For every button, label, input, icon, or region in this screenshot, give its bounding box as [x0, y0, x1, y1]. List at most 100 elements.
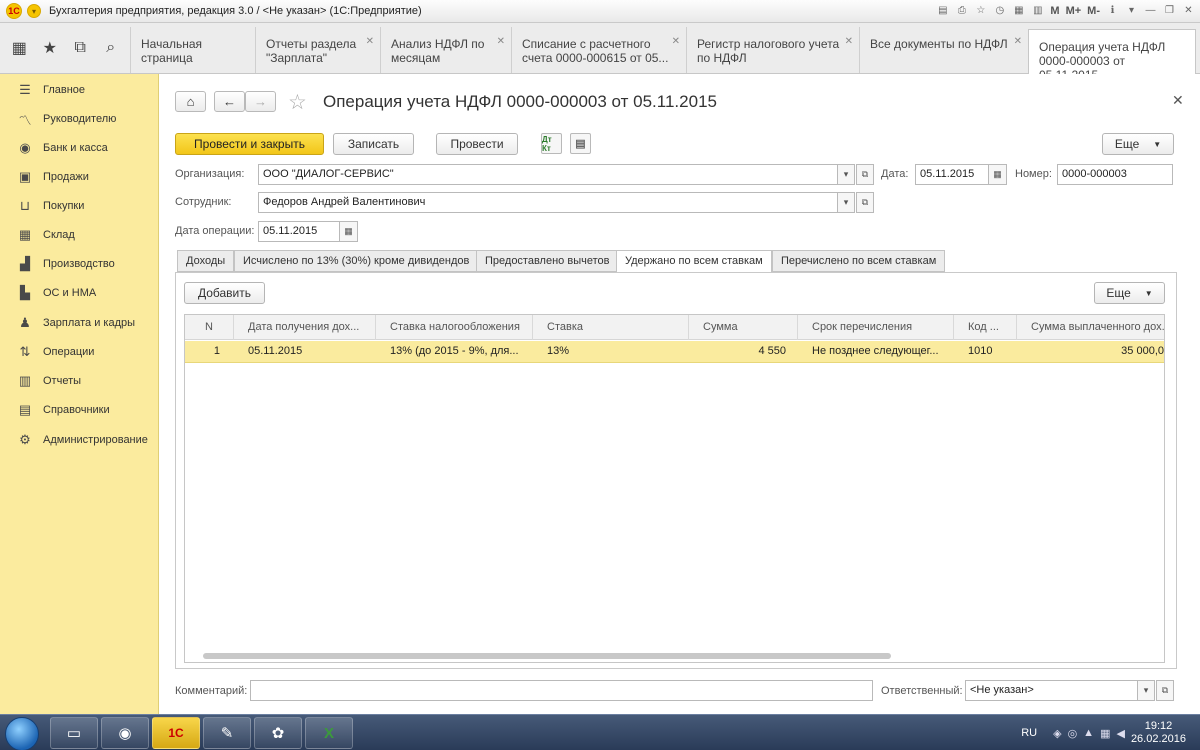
maximize-icon[interactable]: ❐: [1162, 3, 1177, 18]
document-icon[interactable]: ▤: [570, 133, 591, 154]
employee-field[interactable]: Федоров Андрей Валентинович: [258, 192, 838, 213]
post-and-close-button[interactable]: Провести и закрыть: [175, 133, 324, 155]
sidebar-item-admin[interactable]: ⚙ Администрирование: [0, 429, 159, 451]
post-button[interactable]: Провести: [436, 133, 518, 155]
calendar-icon[interactable]: ▦: [1011, 3, 1026, 18]
search-icon[interactable]: ⌕: [99, 39, 123, 57]
dt-kt-icon[interactable]: Дт Кт: [541, 133, 562, 154]
excel-icon[interactable]: X: [305, 717, 353, 749]
column-header[interactable]: Ставка налогообложения: [376, 315, 533, 340]
open-icon[interactable]: ⧉: [1156, 680, 1174, 701]
column-header[interactable]: Код ...: [954, 315, 1017, 340]
tab-home[interactable]: Начальная страница: [130, 27, 255, 73]
comment-field[interactable]: [250, 680, 873, 701]
calendar-icon[interactable]: ▦: [988, 164, 1007, 185]
close-icon[interactable]: ✕: [366, 35, 374, 49]
bookmark-icon[interactable]: ☆: [973, 3, 988, 18]
minimize-icon[interactable]: —: [1143, 3, 1158, 18]
more-button[interactable]: Еще ▼: [1102, 133, 1174, 155]
calendar-icon[interactable]: ▦: [339, 221, 358, 242]
close-icon[interactable]: ✕: [1014, 35, 1022, 49]
favorites-star-icon[interactable]: ★: [38, 38, 62, 58]
close-icon[interactable]: ✕: [672, 35, 680, 49]
column-header[interactable]: Дата получения дох...: [234, 315, 376, 340]
forward-button[interactable]: →: [245, 91, 276, 112]
responsible-field[interactable]: <Не указан>: [965, 680, 1138, 701]
sidebar-item-fixed-assets[interactable]: ▙ ОС и НМА: [0, 282, 159, 304]
tray-app-icon[interactable]: ▲: [1083, 727, 1094, 739]
explorer-icon[interactable]: ▭: [50, 717, 98, 749]
open-icon[interactable]: ⧉: [856, 192, 874, 213]
memory-icon[interactable]: M: [1049, 3, 1060, 18]
add-button[interactable]: Добавить: [184, 282, 265, 304]
calculator-icon[interactable]: ▥: [1030, 3, 1045, 18]
sidebar-item-manager[interactable]: 〽 Руководителю: [0, 108, 159, 130]
clock[interactable]: 19:12 26.02.2016: [1131, 720, 1186, 746]
sidebar-item-warehouse[interactable]: ▦ Склад: [0, 224, 159, 246]
chrome-icon[interactable]: ◉: [101, 717, 149, 749]
number-field[interactable]: 0000-000003: [1057, 164, 1173, 185]
network-icon[interactable]: ▦: [1100, 727, 1110, 740]
tab-income[interactable]: Доходы: [177, 250, 235, 272]
dropdown-icon[interactable]: ▾: [1124, 3, 1139, 18]
print-icon[interactable]: ⎙: [954, 3, 969, 18]
sidebar-item-main[interactable]: ☰ Главное: [0, 79, 159, 101]
tray-app-icon[interactable]: ◈: [1053, 727, 1061, 740]
date-field[interactable]: 05.11.2015: [915, 164, 989, 185]
volume-icon[interactable]: ◀: [1116, 727, 1124, 740]
column-header[interactable]: Сумма выплаченного дох...: [1017, 315, 1164, 340]
tab-ndfl-operation[interactable]: Операция учета НДФЛ 0000-000003 от 05.11…: [1028, 29, 1196, 82]
tab-salary-reports[interactable]: Отчеты раздела "Зарплата" ✕: [255, 27, 380, 73]
memory-minus-icon[interactable]: M-: [1086, 3, 1101, 18]
sidebar-item-purchases[interactable]: ⊔ Покупки: [0, 195, 159, 217]
language-indicator[interactable]: RU: [1021, 727, 1037, 739]
sidebar-item-bank[interactable]: ◉ Банк и касса: [0, 137, 159, 159]
column-header[interactable]: N: [185, 315, 234, 340]
sidebar-item-reports[interactable]: ▥ Отчеты: [0, 370, 159, 392]
apps-grid-icon[interactable]: ▦: [7, 38, 31, 58]
history-icon[interactable]: ◷: [992, 3, 1007, 18]
start-button[interactable]: [5, 717, 39, 750]
close-icon[interactable]: ✕: [845, 35, 853, 49]
table-more-button[interactable]: Еще ▼: [1094, 282, 1165, 304]
history-copy-icon[interactable]: ⧉: [68, 39, 92, 57]
1c-app-icon[interactable]: 1С: [152, 717, 200, 749]
close-window-icon[interactable]: ✕: [1181, 3, 1196, 18]
back-button[interactable]: ←: [214, 91, 245, 112]
column-header[interactable]: Сумма: [689, 315, 798, 340]
save-button[interactable]: Записать: [333, 133, 414, 155]
tab-all-ndfl-docs[interactable]: Все документы по НДФЛ ✕: [859, 27, 1028, 73]
home-button[interactable]: ⌂: [175, 91, 206, 112]
operation-date-field[interactable]: 05.11.2015: [258, 221, 340, 242]
tab-deductions[interactable]: Предоставлено вычетов: [476, 250, 619, 272]
horizontal-scrollbar[interactable]: [203, 653, 891, 659]
sidebar-item-catalogs[interactable]: ▤ Справочники: [0, 399, 159, 421]
tray-app-icon[interactable]: ◎: [1068, 727, 1078, 740]
main-menu-icon[interactable]: ▾: [27, 4, 41, 18]
dropdown-icon[interactable]: ▾: [837, 192, 855, 213]
table-row[interactable]: 1 05.11.2015 13% (до 2015 - 9%, для... 1…: [185, 341, 1164, 363]
save-icon[interactable]: ▤: [935, 3, 950, 18]
tab-write-off[interactable]: Списание с расчетного счета 0000-000615 …: [511, 27, 686, 73]
app-icon[interactable]: ✎: [203, 717, 251, 749]
tab-ndfl-analysis[interactable]: Анализ НДФЛ по месяцам ✕: [380, 27, 511, 73]
column-header[interactable]: Ставка: [533, 315, 689, 340]
sidebar-item-salary[interactable]: ♟ Зарплата и кадры: [0, 312, 159, 334]
organization-field[interactable]: ООО "ДИАЛОГ-СЕРВИС": [258, 164, 838, 185]
sidebar-item-production[interactable]: ▟ Производство: [0, 253, 159, 275]
tab-withheld[interactable]: Удержано по всем ставкам: [616, 250, 772, 273]
close-icon[interactable]: ✕: [497, 35, 505, 49]
dropdown-icon[interactable]: ▾: [837, 164, 855, 185]
dropdown-icon[interactable]: ▾: [1137, 680, 1155, 701]
tab-ndfl-register[interactable]: Регистр налогового учета по НДФЛ ✕: [686, 27, 859, 73]
info-icon[interactable]: ℹ: [1105, 3, 1120, 18]
sidebar-item-operations[interactable]: ⇅ Операции: [0, 341, 159, 363]
column-header[interactable]: Срок перечисления: [798, 315, 954, 340]
tab-transferred[interactable]: Перечислено по всем ставкам: [772, 250, 946, 272]
close-icon[interactable]: ✕: [1172, 92, 1184, 109]
paint-icon[interactable]: ✿: [254, 717, 302, 749]
sidebar-item-sales[interactable]: ▣ Продажи: [0, 166, 159, 188]
memory-plus-icon[interactable]: M+: [1065, 3, 1083, 18]
open-icon[interactable]: ⧉: [856, 164, 874, 185]
favorite-star-icon[interactable]: ☆: [288, 90, 307, 115]
